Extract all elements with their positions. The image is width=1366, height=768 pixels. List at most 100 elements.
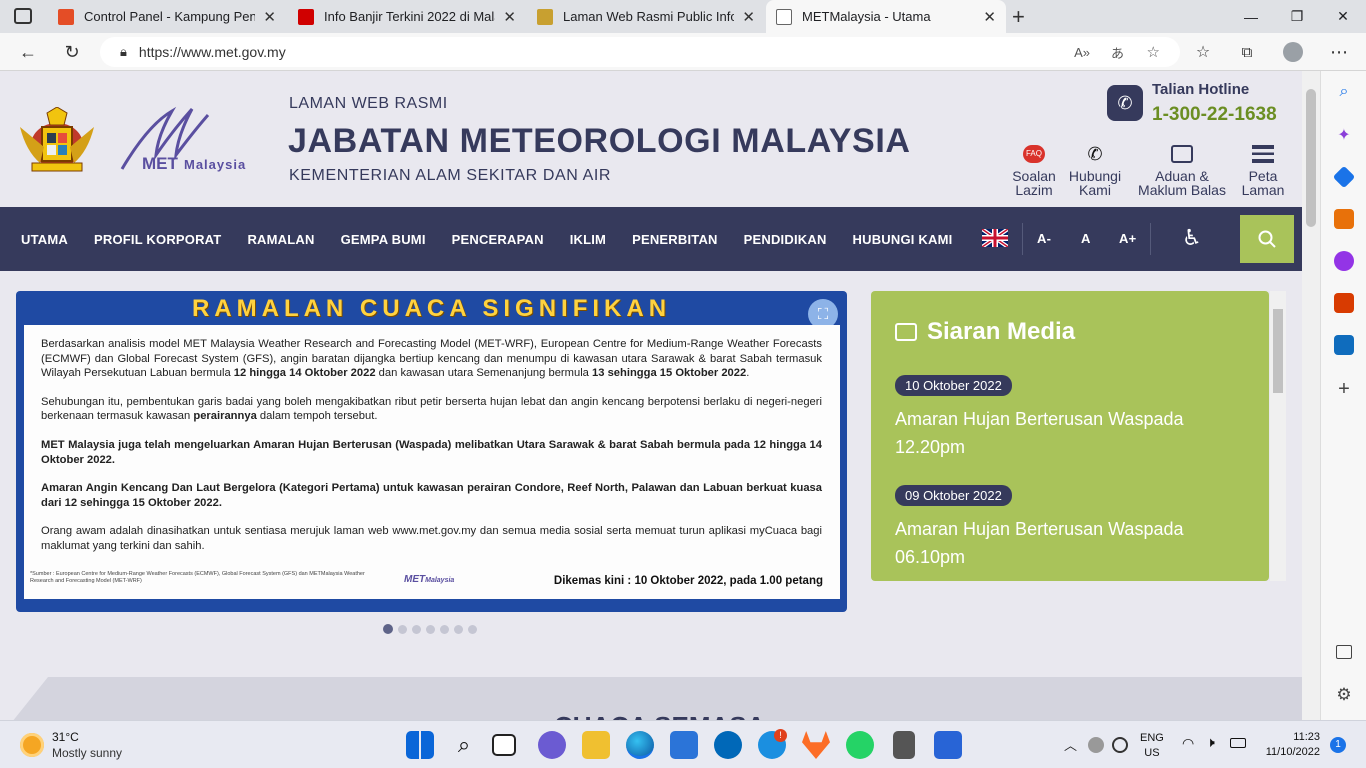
sun-icon (20, 733, 44, 757)
nav-pencerapan[interactable]: PENCERAPAN (439, 232, 557, 247)
contact-link[interactable]: ✆ Hubungi Kami (1064, 145, 1126, 197)
refresh-button[interactable]: ↻ (57, 37, 87, 67)
faq-link[interactable]: FAQ Soalan Lazim (1008, 145, 1060, 197)
restore-button[interactable]: ❐ (1274, 0, 1320, 33)
nav-gempa-bumi[interactable]: GEMPA BUMI (328, 232, 439, 247)
svg-text:MET: MET (142, 154, 179, 173)
add-icon[interactable]: + (1334, 379, 1354, 399)
media-item-link[interactable]: Amaran Hujan Berterusan Waspada 12.20pm (895, 405, 1235, 461)
nav-utama[interactable]: UTAMA (8, 232, 81, 247)
carousel-dot[interactable] (440, 625, 449, 634)
chevron-up-icon[interactable]: ︿ (1064, 735, 1077, 754)
chat-icon[interactable] (538, 731, 566, 759)
battery-icon[interactable] (1230, 738, 1246, 748)
hotline-number[interactable]: 1-300-22-1638 (1152, 104, 1277, 126)
sitemap-link[interactable]: Peta Laman (1236, 145, 1290, 197)
nav-profil-korporat[interactable]: PROFIL KORPORAT (81, 232, 234, 247)
carousel-dot[interactable] (412, 625, 421, 634)
carousel-dot[interactable] (398, 625, 407, 634)
read-aloud-icon[interactable]: A» (1074, 45, 1090, 60)
settings-more-icon[interactable]: ⋯ (1324, 37, 1354, 67)
weather-desc: Mostly sunny (52, 746, 123, 760)
tv-icon (895, 323, 917, 341)
font-increase-button[interactable]: A+ (1106, 231, 1149, 246)
hide-sidebar-icon[interactable] (1336, 645, 1352, 659)
close-tab-icon[interactable]: ✕ (983, 8, 996, 26)
carousel-dot-active[interactable] (383, 624, 393, 634)
nav-ramalan[interactable]: RAMALAN (234, 232, 327, 247)
search-icon[interactable]: ⌕ (1334, 83, 1354, 103)
site-icon (298, 8, 314, 25)
nav-penerbitan[interactable]: PENERBITAN (619, 232, 731, 247)
tools-icon[interactable] (1334, 209, 1354, 229)
page-scrollbar[interactable] (1302, 71, 1320, 720)
start-button[interactable] (406, 731, 434, 759)
edge-icon[interactable] (626, 731, 654, 759)
collections-icon[interactable]: ⧉ (1232, 37, 1262, 67)
file-explorer-icon[interactable] (582, 731, 610, 759)
language-indicator[interactable]: ENG US (1140, 731, 1164, 761)
close-tab-icon[interactable]: ✕ (503, 8, 516, 26)
browser-tab-active[interactable]: METMalaysia - Utama ✕ (766, 0, 1006, 33)
feedback-icon (1171, 145, 1193, 163)
weather-widget[interactable]: 31°C Mostly sunny (20, 729, 180, 763)
search-taskbar-icon[interactable]: ⌕ (450, 731, 478, 759)
browser-tab[interactable]: Control Panel - Kampung Penjon ✕ (48, 0, 286, 33)
browser-tab[interactable]: Info Banjir Terkini 2022 di Malays ✕ (288, 0, 526, 33)
media-scrollbar[interactable] (1270, 291, 1286, 581)
office-icon[interactable] (1334, 293, 1354, 313)
close-window-button[interactable]: ✕ (1320, 0, 1366, 33)
feedback-link[interactable]: Aduan & Maklum Balas (1130, 145, 1234, 197)
app-icon[interactable] (714, 731, 742, 759)
back-button[interactable]: ← (13, 37, 43, 67)
media-date: 09 Oktober 2022 (895, 485, 1012, 506)
nav-hubungi-kami[interactable]: HUBUNGI KAMI (840, 232, 966, 247)
font-decrease-button[interactable]: A- (1024, 231, 1064, 246)
add-favorite-icon[interactable]: ☆ (1147, 43, 1160, 61)
games-icon[interactable] (1334, 251, 1354, 271)
close-tab-icon[interactable]: ✕ (742, 8, 755, 26)
outlook-icon[interactable] (1334, 335, 1354, 355)
carousel-dot[interactable] (454, 625, 463, 634)
favorites-icon[interactable]: ☆ (1188, 37, 1218, 67)
copilot-icon[interactable]: ✦ (1334, 125, 1354, 145)
browser-tab[interactable]: Laman Web Rasmi Public Infobar ✕ (527, 0, 765, 33)
url-field[interactable]: 🔒︎ https://www.met.gov.my A» あ ☆ (100, 37, 1180, 67)
clock[interactable]: 11:23 11/10/2022 (1256, 730, 1320, 760)
nav-iklim[interactable]: IKLIM (557, 232, 619, 247)
minimize-button[interactable]: — (1228, 0, 1274, 33)
store-icon[interactable] (670, 731, 698, 759)
notification-badge[interactable]: 1 (1330, 737, 1346, 753)
carousel-dot[interactable] (426, 625, 435, 634)
accessibility-icon[interactable]: ♿︎ (1182, 225, 1202, 251)
close-tab-icon[interactable]: ✕ (263, 8, 276, 26)
gitlab-icon[interactable] (802, 731, 830, 759)
whatsapp-icon[interactable] (846, 731, 874, 759)
task-view-icon[interactable] (492, 734, 516, 756)
sitemap-icon (1252, 145, 1274, 163)
profile-avatar[interactable] (1278, 37, 1308, 67)
volume-icon[interactable]: 🕨︎ (1206, 734, 1215, 751)
hotline-phone-icon[interactable]: ✆ (1107, 85, 1143, 121)
new-tab-button[interactable]: + (1012, 4, 1025, 30)
settings-icon[interactable]: ⚙︎ (1334, 685, 1354, 705)
calculator-icon[interactable] (893, 731, 915, 759)
search-button[interactable] (1240, 215, 1294, 263)
divider (1150, 223, 1151, 255)
media-item-link[interactable]: Amaran Hujan Berterusan Waspada 06.10pm (895, 515, 1235, 571)
font-normal-button[interactable]: A (1068, 231, 1104, 246)
nav-pendidikan[interactable]: PENDIDIKAN (731, 232, 840, 247)
ministry-name: KEMENTERIAN ALAM SEKITAR DAN AIR (289, 167, 612, 184)
tab-bar: Control Panel - Kampung Penjon ✕ Info Ba… (0, 0, 1366, 33)
english-flag-icon[interactable] (982, 229, 1008, 247)
carousel-dot[interactable] (468, 625, 477, 634)
notepad-icon[interactable] (934, 731, 962, 759)
tab-actions-icon[interactable] (14, 8, 32, 24)
wifi-icon[interactable]: ◠ (1182, 735, 1194, 752)
tray-icon[interactable] (1112, 737, 1128, 753)
edge-sidebar: ⌕ ✦ + ⚙︎ (1320, 71, 1366, 720)
tray-icon[interactable] (1088, 737, 1104, 753)
hero-banner[interactable]: RAMALAN CUACA SIGNIFIKAN ⛶ Berdasarkan a… (16, 291, 847, 612)
translate-icon[interactable]: あ (1111, 43, 1124, 62)
shopping-icon[interactable] (1332, 165, 1356, 189)
